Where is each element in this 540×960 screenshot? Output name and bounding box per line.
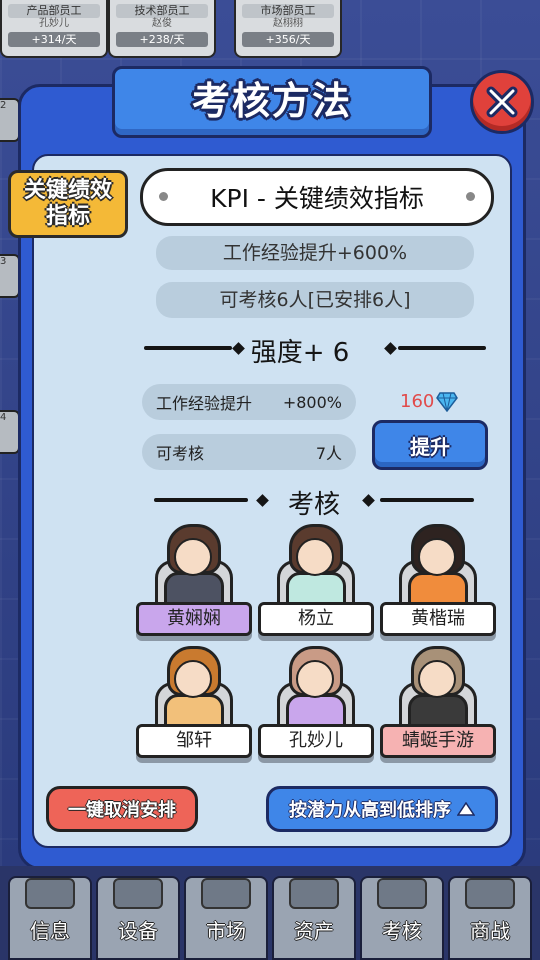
employee-face bbox=[174, 538, 212, 576]
cost-value: 160 bbox=[400, 391, 435, 412]
side-desk: 2 bbox=[0, 98, 20, 142]
nav-label: 市场 bbox=[206, 919, 246, 943]
employee-slot-5[interactable]: 孔妙儿 bbox=[254, 644, 374, 762]
sort-button[interactable]: 按潜力从高到低排序 bbox=[266, 786, 498, 832]
nav-label: 信息 bbox=[30, 919, 70, 943]
employee-slot-6[interactable]: 蜻蜓手游 bbox=[376, 644, 496, 762]
business-war-icon bbox=[465, 878, 515, 909]
info-icon bbox=[25, 878, 75, 909]
employee-name-plate: 杨立 bbox=[258, 602, 374, 636]
close-button[interactable] bbox=[470, 70, 534, 134]
dept-label: 技术部员工 bbox=[116, 4, 208, 18]
method-name-bar: KPI - 关键绩效指标 bbox=[140, 168, 494, 226]
employee-face bbox=[296, 538, 334, 576]
employee-slot-4[interactable]: 邹轩 bbox=[132, 644, 252, 762]
top-employee-card-3[interactable]: 市场部员工 赵栩栩 +356/天 bbox=[234, 0, 342, 58]
employee-name-plate: 黄楷瑞 bbox=[380, 602, 496, 636]
employee-name: 赵栩栩 bbox=[273, 18, 303, 29]
top-employee-card-1[interactable]: 产品部员工 孔妙儿 +314/天 bbox=[0, 0, 108, 58]
dept-label: 市场部员工 bbox=[242, 4, 334, 18]
sort-label: 按潜力从高到低排序 bbox=[289, 800, 451, 821]
employee-slot-1[interactable]: 黄娴娴 bbox=[132, 522, 252, 640]
next-exp-stat: 工作经验提升 +800% bbox=[142, 384, 356, 420]
assessment-icon bbox=[377, 878, 427, 909]
side-desk: 4 bbox=[0, 410, 20, 454]
desk-number: 3 bbox=[0, 256, 7, 267]
employee-slot-2[interactable]: 杨立 bbox=[254, 522, 374, 640]
sort-arrow-icon bbox=[457, 802, 475, 816]
divider bbox=[154, 498, 248, 502]
assess-title: 考核 bbox=[287, 490, 340, 520]
nav-label: 资产 bbox=[294, 919, 334, 943]
divider bbox=[144, 346, 232, 350]
stat-value: +800% bbox=[282, 392, 342, 412]
strength-title: 强度+ 6 bbox=[250, 338, 350, 368]
employee-name-plate: 孔妙儿 bbox=[258, 724, 374, 758]
nav-item-equipment[interactable]: 设备 bbox=[96, 876, 180, 960]
desk-number: 4 bbox=[0, 412, 7, 423]
employee-slot-3[interactable]: 黄楷瑞 bbox=[376, 522, 496, 640]
desk-number: 2 bbox=[0, 100, 7, 111]
gem-icon bbox=[436, 391, 459, 412]
upgrade-button[interactable]: 提升 bbox=[372, 420, 488, 470]
bar-dot bbox=[159, 192, 168, 201]
current-exp-effect: 工作经验提升+600% bbox=[156, 236, 474, 270]
nav-item-assets[interactable]: 资产 bbox=[272, 876, 356, 960]
employee-name: 孔妙儿 bbox=[39, 18, 69, 29]
cancel-all-button[interactable]: 一键取消安排 bbox=[46, 786, 198, 832]
employee-name-plate: 邹轩 bbox=[136, 724, 252, 758]
employee-face bbox=[174, 660, 212, 698]
employee-face bbox=[418, 538, 456, 576]
bar-dot bbox=[466, 192, 475, 201]
stat-value: 7人 bbox=[315, 444, 342, 463]
employee-face bbox=[418, 660, 456, 698]
employee-name: 赵俊 bbox=[152, 18, 172, 29]
nav-label: 商战 bbox=[470, 919, 510, 943]
employee-name-plate: 黄娴娴 bbox=[136, 602, 252, 636]
bottom-nav: 信息 设备 市场 资产 考核 商战 bbox=[0, 866, 540, 960]
current-capacity-effect: 可考核6人[已安排6人] bbox=[156, 282, 474, 318]
method-type-badge: 关键绩效 指标 bbox=[8, 170, 128, 238]
stat-label: 工作经验提升 bbox=[156, 394, 253, 413]
top-employee-card-2[interactable]: 技术部员工 赵俊 +238/天 bbox=[108, 0, 216, 58]
rate-label: +238/天 bbox=[116, 32, 208, 47]
nav-item-business-war[interactable]: 商战 bbox=[448, 876, 532, 960]
employee-name-plate: 蜻蜓手游 bbox=[380, 724, 496, 758]
upgrade-label: 提升 bbox=[410, 434, 450, 459]
upgrade-cost: 160 bbox=[400, 391, 459, 412]
dialog-title: 考核方法 bbox=[191, 79, 352, 123]
side-desk: 3 bbox=[0, 254, 20, 298]
nav-label: 设备 bbox=[118, 919, 158, 943]
market-icon bbox=[201, 878, 251, 909]
divider bbox=[380, 498, 474, 502]
divider bbox=[398, 346, 486, 350]
stat-label: 可考核 bbox=[156, 444, 205, 463]
nav-label: 考核 bbox=[382, 919, 422, 943]
badge-label: 关键绩效 指标 bbox=[23, 178, 112, 229]
next-capacity-stat: 可考核 7人 bbox=[142, 434, 356, 470]
rate-label: +314/天 bbox=[8, 32, 100, 47]
close-icon bbox=[486, 86, 518, 118]
dept-label: 产品部员工 bbox=[8, 4, 100, 18]
cancel-label: 一键取消安排 bbox=[68, 800, 176, 821]
nav-item-market[interactable]: 市场 bbox=[184, 876, 268, 960]
rate-label: +356/天 bbox=[242, 32, 334, 47]
method-name: KPI - 关键绩效指标 bbox=[210, 184, 424, 213]
assets-icon bbox=[289, 878, 339, 909]
equipment-icon bbox=[113, 878, 163, 909]
nav-item-info[interactable]: 信息 bbox=[8, 876, 92, 960]
employee-face bbox=[296, 660, 334, 698]
nav-item-assessment[interactable]: 考核 bbox=[360, 876, 444, 960]
